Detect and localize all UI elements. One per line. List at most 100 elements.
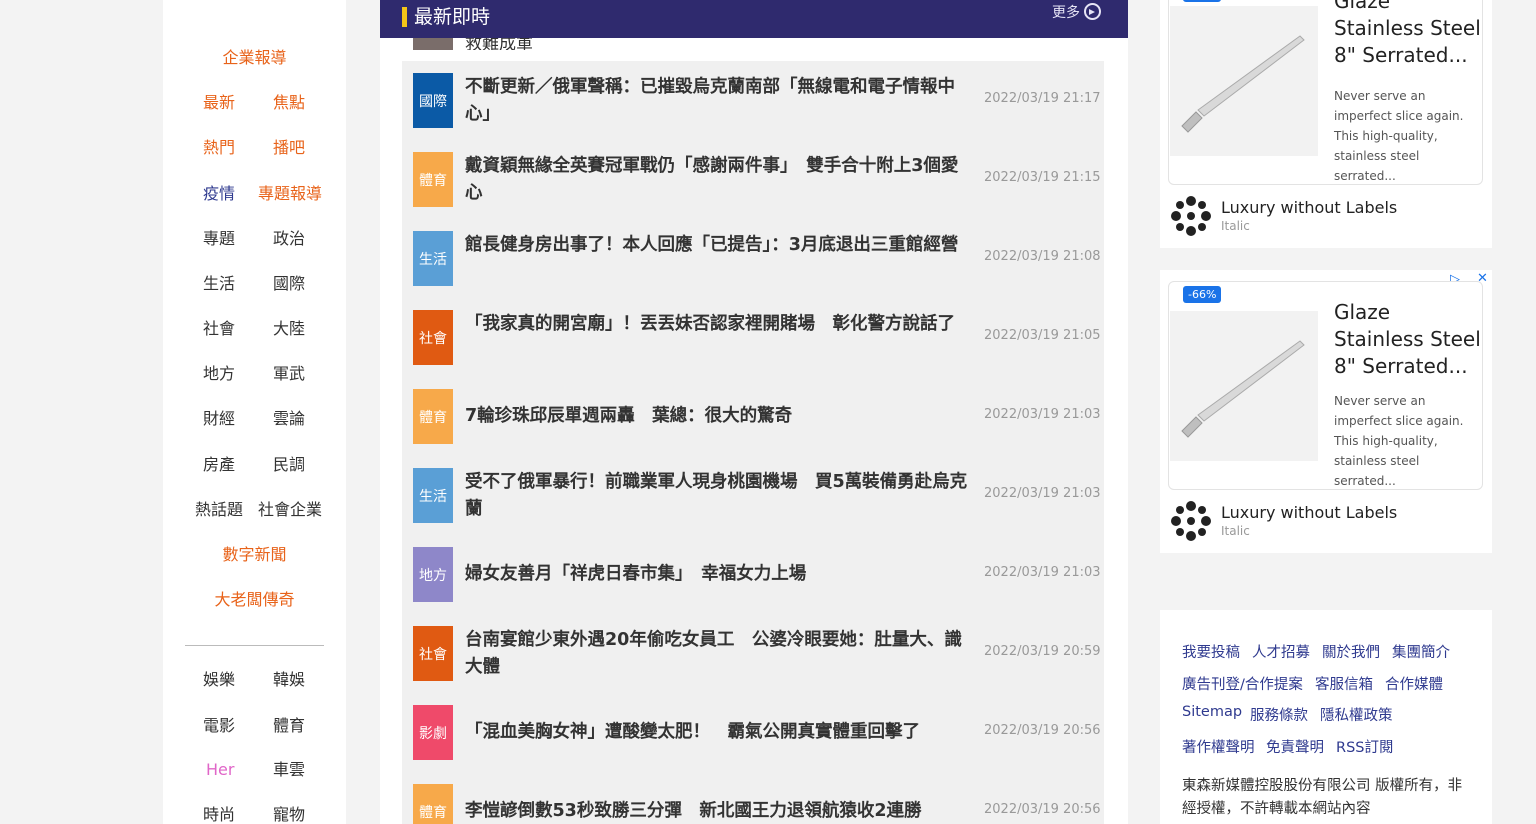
category-badge[interactable]: 地方: [413, 547, 453, 602]
article-title[interactable]: 婦女友善月「祥虎日春市集」 幸福女力上場: [465, 561, 970, 588]
more-link[interactable]: 更多: [1052, 3, 1101, 22]
nav-item-corporate[interactable]: 企業報導: [163, 48, 346, 68]
nav-item-her[interactable]: Her: [206, 760, 234, 780]
nav-divider: [185, 645, 324, 646]
nav-item-society[interactable]: 社會: [203, 319, 235, 339]
article-title[interactable]: 「我家真的開宮廟」！丟丟妹否認家裡開賭場 彰化警方說話了: [465, 311, 970, 338]
ad-card[interactable]: -66% Glaze Stainless Steel 8" Serrated..…: [1168, 281, 1483, 490]
category-badge[interactable]: 體育: [413, 389, 453, 444]
nav-item-local[interactable]: 地方: [203, 364, 235, 384]
ad-card[interactable]: Glaze Stainless Steel 8" Serrated... Nev…: [1168, 0, 1483, 185]
nav-item-movie[interactable]: 電影: [203, 716, 235, 736]
nav-item-boss-legend[interactable]: 大老闆傳奇: [163, 590, 346, 610]
article-title[interactable]: 李愷諺倒數53秒致勝三分彈 新北國王力退領航猿收2連勝: [465, 798, 970, 824]
ad-block-1[interactable]: Glaze Stainless Steel 8" Serrated... Nev…: [1160, 0, 1492, 248]
article-title[interactable]: 戴資穎無緣全英賽冠軍戰仍「感謝兩件事」 雙手合十附上3個愛心: [465, 153, 970, 207]
nav-item-politics[interactable]: 政治: [273, 229, 305, 249]
knife-image: [1170, 6, 1318, 156]
article-row[interactable]: 地方 婦女友善月「祥虎日春市集」 幸福女力上場 2022/03/19 21:03: [402, 535, 1104, 614]
ad-description: Never serve an imperfect slice again. Th…: [1334, 394, 1464, 488]
article-row[interactable]: 體育 7輪珍珠邱辰單週兩轟 葉總：很大的驚奇 2022/03/19 21:03: [402, 377, 1104, 456]
nav-item-pandemic[interactable]: 疫情: [203, 184, 235, 204]
nav-item-poll[interactable]: 民調: [273, 455, 305, 475]
nav-item-entertainment[interactable]: 娛樂: [203, 670, 235, 690]
footer-link-partners[interactable]: 合作媒體: [1385, 673, 1443, 694]
ad-title[interactable]: Glaze Stainless Steel 8" Serrated...: [1334, 299, 1482, 380]
footer-link-rss[interactable]: RSS訂閱: [1336, 736, 1393, 757]
nav-item-special-report[interactable]: 專題報導: [258, 184, 322, 204]
discount-badge: [1183, 0, 1221, 2]
discount-badge: -66%: [1183, 286, 1222, 303]
left-navigation: 企業報導 最新 焦點 熱門 播吧 疫情 專題報導 專題 政治 生活 國際 社會 …: [163, 0, 346, 824]
article-timestamp: 2022/03/19 20:59: [984, 644, 1101, 659]
category-badge[interactable]: 生活: [413, 231, 453, 286]
article-row[interactable]: 生活 受不了俄軍暴行！前職業軍人現身桃園機場 買5萬裝備勇赴烏克蘭 2022/03/…: [402, 456, 1104, 535]
nav-item-hot-topics[interactable]: 熱話題: [195, 500, 243, 520]
nav-item-data-news[interactable]: 數字新聞: [163, 545, 346, 565]
footer-link-service-mail[interactable]: 客服信箱: [1315, 673, 1373, 694]
category-badge[interactable]: 生活: [413, 468, 453, 523]
nav-item-korean-ent[interactable]: 韓娛: [273, 670, 305, 690]
nav-item-military[interactable]: 軍武: [273, 364, 305, 384]
nav-item-international[interactable]: 國際: [273, 274, 305, 294]
article-title[interactable]: 「混血美胸女神」遭酸變太肥！ 霸氣公開真實體重回擊了: [465, 719, 970, 746]
nav-item-social-enterprise[interactable]: 社會企業: [258, 500, 322, 520]
footer-link-sitemap[interactable]: Sitemap: [1182, 704, 1242, 720]
nav-item-real-estate[interactable]: 房產: [203, 455, 235, 475]
footer-link-copyright[interactable]: 著作權聲明: [1182, 736, 1255, 757]
nav-item-topics[interactable]: 專題: [203, 229, 235, 249]
category-badge[interactable]: 體育: [413, 152, 453, 207]
article-row[interactable]: 社會 「我家真的開宮廟」！丟丟妹否認家裡開賭場 彰化警方說話了 2022/03/19…: [402, 298, 1104, 377]
partial-article-title: 救難成軍: [465, 38, 533, 50]
category-badge[interactable]: 影劇: [413, 705, 453, 760]
footer-link-terms[interactable]: 服務條款: [1250, 704, 1308, 725]
article-row[interactable]: 國際 不斷更新／俄軍聲稱：已摧毀烏克蘭南部「無線電和電子情報中心」 2022/03/…: [402, 61, 1104, 140]
article-timestamp: 2022/03/19 21:05: [984, 328, 1101, 343]
footer-link-advertise[interactable]: 廣告刊登/合作提案: [1182, 673, 1303, 694]
nav-item-car-cloud[interactable]: 車雲: [273, 760, 305, 780]
nav-item-china[interactable]: 大陸: [273, 319, 305, 339]
ad-block-2[interactable]: ▷ ✕ -66% Glaze Stainless Steel 8" Serrat…: [1160, 270, 1492, 553]
nav-item-latest[interactable]: 最新: [203, 93, 235, 113]
category-badge[interactable]: 國際: [413, 73, 453, 128]
category-badge[interactable]: 社會: [413, 626, 453, 681]
nav-item-sports[interactable]: 體育: [273, 716, 305, 736]
latest-news-feed: 最新即時 更多 救難成軍 國際 不斷更新／俄軍聲稱：已摧毀烏克蘭南部「無線電和電子…: [380, 0, 1128, 824]
footer-link-group[interactable]: 集團簡介: [1392, 641, 1450, 662]
brand-name[interactable]: Luxury without Labels: [1221, 503, 1397, 522]
footer-link-disclaimer[interactable]: 免責聲明: [1266, 736, 1324, 757]
nav-item-focus[interactable]: 焦點: [273, 93, 305, 113]
category-badge[interactable]: 體育: [413, 784, 453, 824]
article-title[interactable]: 館長健身房出事了！本人回應「已提告」：3月底退出三重館經營: [465, 232, 970, 259]
brand-name[interactable]: Luxury without Labels: [1221, 198, 1397, 217]
nav-item-podcast[interactable]: 播吧: [273, 138, 305, 158]
footer-link-privacy[interactable]: 隱私權政策: [1320, 704, 1393, 725]
article-row[interactable]: 生活 館長健身房出事了！本人回應「已提告」：3月底退出三重館經營 2022/03/1…: [402, 219, 1104, 298]
article-title[interactable]: 台南宴館少東外遇20年偷吃女員工 公婆冷眼要她：肚量大、識大體: [465, 627, 970, 681]
article-timestamp: 2022/03/19 21:17: [984, 91, 1101, 106]
article-title[interactable]: 7輪珍珠邱辰單週兩轟 葉總：很大的驚奇: [465, 403, 970, 430]
category-badge[interactable]: 社會: [413, 310, 453, 365]
article-title[interactable]: 受不了俄軍暴行！前職業軍人現身桃園機場 買5萬裝備勇赴烏克蘭: [465, 469, 970, 523]
article-row[interactable]: 體育 戴資穎無緣全英賽冠軍戰仍「感謝兩件事」 雙手合十附上3個愛心 2022/03/…: [402, 140, 1104, 219]
ad-title[interactable]: Glaze Stainless Steel 8" Serrated...: [1334, 0, 1482, 69]
nav-item-hot[interactable]: 熱門: [203, 138, 235, 158]
partial-article-row[interactable]: 救難成軍: [402, 38, 1104, 50]
more-label: 更多: [1052, 5, 1080, 21]
nav-item-fashion[interactable]: 時尚: [203, 805, 235, 824]
header-accent-bar: [402, 7, 407, 27]
article-row[interactable]: 影劇 「混血美胸女神」遭酸變太肥！ 霸氣公開真實體重回擊了 2022/03/19 2…: [402, 693, 1104, 772]
feed-header: 最新即時 更多: [380, 0, 1128, 38]
nav-item-life[interactable]: 生活: [203, 274, 235, 294]
footer-link-submit[interactable]: 我要投稿: [1182, 641, 1240, 662]
nav-item-finance[interactable]: 財經: [203, 409, 235, 429]
article-title[interactable]: 不斷更新／俄軍聲稱：已摧毀烏克蘭南部「無線電和電子情報中心」: [465, 74, 970, 128]
nav-item-pets[interactable]: 寵物: [273, 805, 305, 824]
footer-link-careers[interactable]: 人才招募: [1252, 641, 1310, 662]
nav-item-opinion[interactable]: 雲論: [273, 409, 305, 429]
article-row[interactable]: 體育 李愷諺倒數53秒致勝三分彈 新北國王力退領航猿收2連勝 2022/03/19 …: [402, 772, 1104, 824]
article-row[interactable]: 社會 台南宴館少東外遇20年偷吃女員工 公婆冷眼要她：肚量大、識大體 2022/03…: [402, 614, 1104, 693]
footer-link-about[interactable]: 關於我們: [1322, 641, 1380, 662]
article-timestamp: 2022/03/19 21:03: [984, 565, 1101, 580]
article-timestamp: 2022/03/19 20:56: [984, 723, 1101, 738]
